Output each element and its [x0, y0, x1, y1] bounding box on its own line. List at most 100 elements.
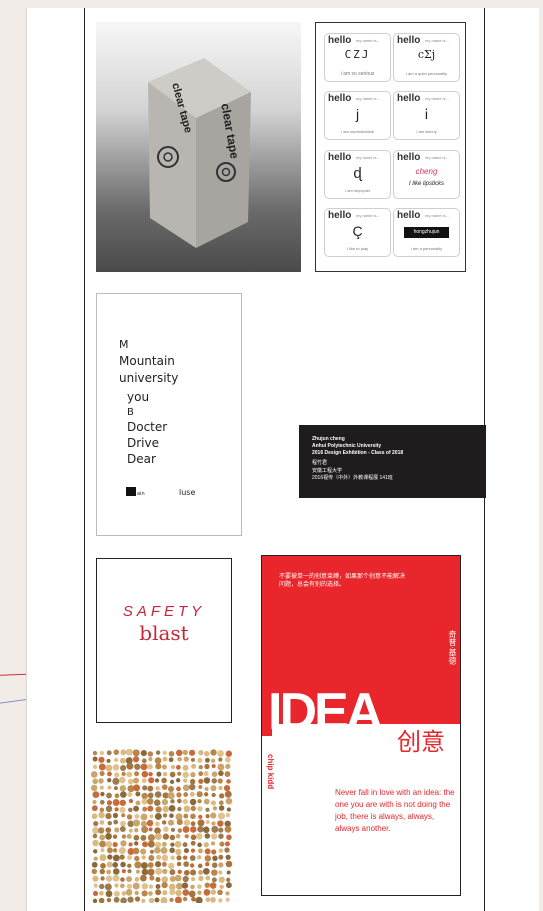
dot [211, 821, 216, 826]
dot [92, 750, 98, 756]
hello-tag: hello my name is... ɖ I am shy/quiet [324, 150, 391, 199]
dot [105, 875, 113, 882]
dot [107, 854, 113, 860]
dot [100, 863, 106, 869]
dot [190, 884, 195, 890]
dot [141, 770, 149, 778]
dot [148, 884, 154, 889]
dot [161, 876, 168, 883]
hello-label: hello [328, 210, 352, 221]
dot [167, 791, 175, 800]
dot [168, 785, 175, 792]
dot [112, 777, 120, 785]
dot [174, 896, 182, 904]
dot [149, 849, 154, 854]
dot [113, 819, 119, 825]
dot [226, 834, 232, 841]
dot [135, 791, 141, 797]
dot [127, 863, 132, 868]
dot [217, 889, 223, 896]
dot [225, 897, 230, 902]
dot [127, 855, 132, 860]
dot [91, 868, 98, 875]
my-name-label: my name is... [356, 96, 380, 101]
dot [198, 875, 204, 882]
banner-line: 2016 Design Exhibition - Class of 2018 [312, 450, 404, 456]
dot [210, 889, 217, 895]
name-glyph: ⅰ [424, 106, 429, 122]
dot [140, 862, 148, 869]
dot [182, 826, 190, 833]
dot [106, 897, 112, 903]
dot [141, 798, 148, 805]
hello-label: hello [328, 35, 352, 46]
dot [183, 756, 189, 762]
dot [119, 757, 126, 764]
dot [177, 828, 183, 833]
dot [182, 771, 189, 779]
dot [189, 778, 196, 785]
dot [211, 877, 217, 883]
dot [169, 869, 176, 876]
dot [126, 762, 134, 770]
hello-label: hello [397, 210, 421, 221]
dot [161, 861, 167, 867]
dot [119, 806, 126, 813]
dot [140, 763, 148, 771]
dot [210, 800, 217, 806]
dot [132, 819, 141, 827]
dot [119, 785, 127, 792]
tag-caption: I am unpredictable [341, 129, 374, 134]
dot [189, 863, 195, 868]
dot [203, 771, 209, 777]
dot [204, 833, 211, 839]
dot [126, 883, 133, 889]
exhibition-info-banner: Zhujun cheng Anhui Polytechnic Universit… [299, 425, 486, 498]
dot [154, 841, 162, 849]
dot [133, 834, 140, 841]
dot [169, 813, 174, 819]
dot [93, 883, 98, 888]
dot [155, 877, 161, 883]
dot [114, 807, 119, 812]
dot [168, 751, 175, 757]
dot [191, 763, 197, 769]
color-dot-plate [90, 748, 236, 905]
dot [196, 791, 203, 798]
dot [114, 827, 120, 833]
blast-word: blast [139, 621, 189, 645]
dot [141, 792, 148, 800]
dot [93, 849, 98, 854]
dot [198, 784, 203, 790]
mountain-word: M [119, 338, 129, 351]
dot [134, 828, 139, 833]
dot [127, 792, 133, 797]
dot [119, 854, 125, 860]
dot [104, 883, 112, 891]
hello-tag: hello my name is... cΣj I am a quiet per… [393, 33, 460, 82]
my-name-label: my name is... [356, 155, 380, 160]
dot [175, 848, 182, 855]
dot [218, 876, 225, 883]
dot [99, 883, 105, 890]
dot [98, 778, 104, 784]
dot [140, 820, 147, 827]
dot [182, 764, 189, 771]
dot [225, 797, 233, 805]
dot [112, 764, 120, 771]
dot [211, 763, 216, 769]
dot [198, 848, 203, 854]
dot [99, 868, 105, 875]
dot [140, 750, 147, 757]
dot [134, 814, 140, 819]
dot [219, 793, 225, 799]
dot [120, 897, 127, 904]
hello-tag: hello my name is... hongzhujun I am a pe… [393, 208, 460, 257]
dot [125, 748, 133, 756]
dot [176, 855, 182, 861]
dot [188, 890, 196, 898]
dot [92, 756, 98, 762]
dot [146, 819, 154, 827]
tag-caption: I am skinny [416, 129, 437, 134]
dot [154, 847, 161, 854]
